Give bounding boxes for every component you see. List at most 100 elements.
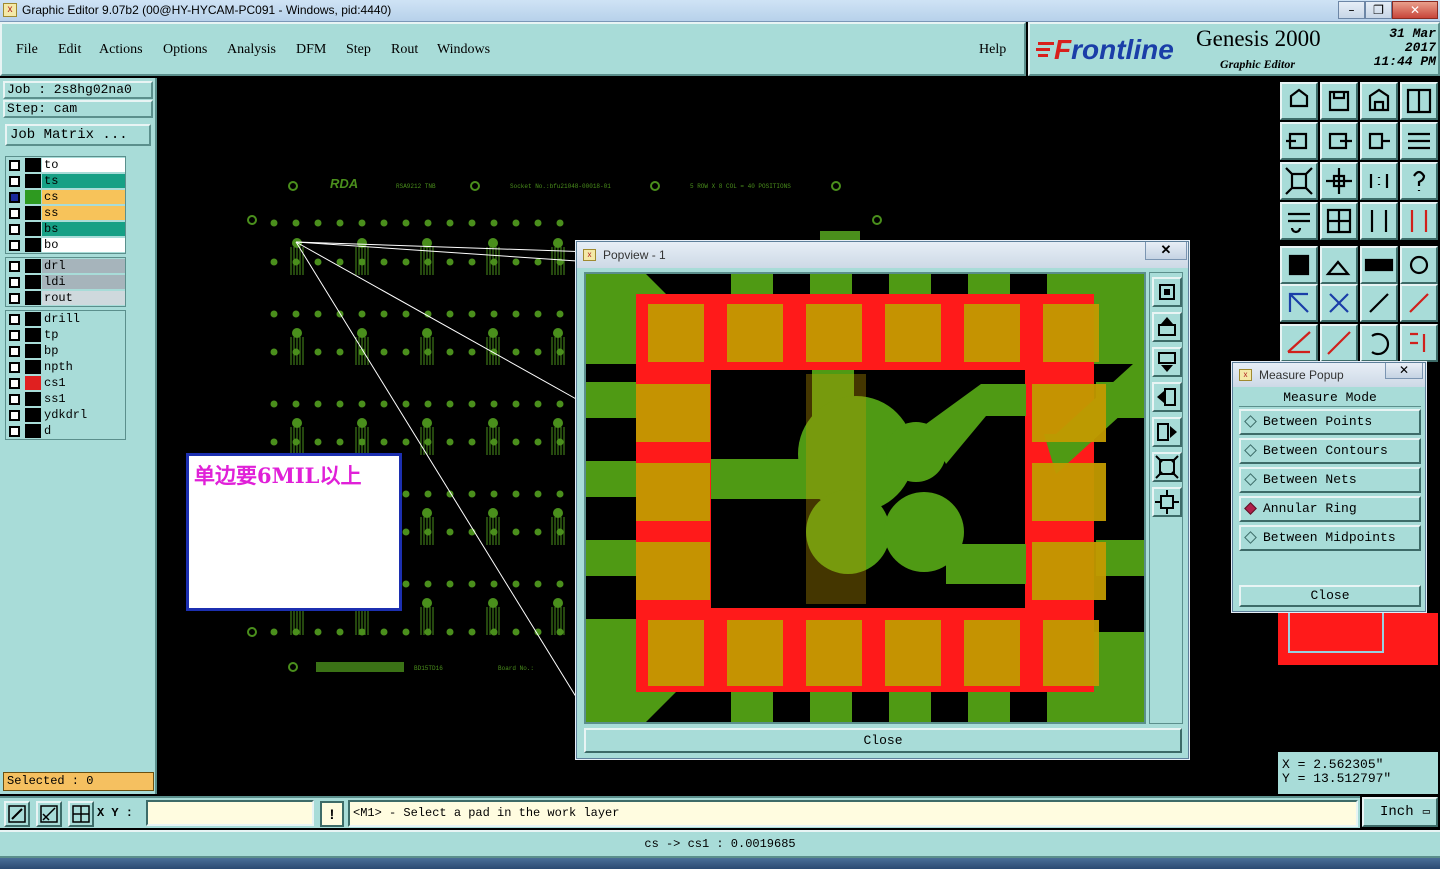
- layer-name[interactable]: ydkdrl: [42, 408, 125, 422]
- layer-name[interactable]: npth: [42, 360, 125, 374]
- layer-row-npth[interactable]: npth: [6, 359, 125, 375]
- angle-tool-button[interactable]: [1280, 324, 1318, 362]
- building-tool-button[interactable]: [1360, 82, 1398, 120]
- option-between-nets[interactable]: Between Nets: [1239, 467, 1421, 493]
- measure-close-icon[interactable]: ✕: [1385, 363, 1423, 379]
- layer-checkbox[interactable]: [9, 208, 20, 219]
- pan-right-button[interactable]: [1152, 417, 1182, 447]
- layer-checkbox[interactable]: [9, 192, 20, 203]
- layer-row-to[interactable]: to: [6, 157, 125, 173]
- measure-close-button[interactable]: Close: [1239, 585, 1421, 607]
- measure-titlebar[interactable]: x Measure Popup ✕: [1233, 363, 1425, 387]
- layer-checkbox[interactable]: [9, 176, 20, 187]
- line-tool-button[interactable]: [1320, 324, 1358, 362]
- layer-name[interactable]: ldi: [42, 275, 125, 289]
- pan-left-button[interactable]: [1152, 382, 1182, 412]
- layer-checkbox[interactable]: [9, 261, 20, 272]
- layer-checkbox[interactable]: [9, 314, 20, 325]
- layer-name[interactable]: ss1: [42, 392, 125, 406]
- layer-row-bs[interactable]: bs: [6, 221, 125, 237]
- layer-row-drl[interactable]: drl: [6, 258, 125, 274]
- layer-checkbox[interactable]: [9, 277, 20, 288]
- circle-tool-button[interactable]: [1400, 246, 1438, 284]
- layer-name[interactable]: ss: [42, 206, 125, 220]
- option-annular-ring[interactable]: Annular Ring: [1239, 496, 1421, 522]
- layer-checkbox[interactable]: [9, 330, 20, 341]
- menu-rout[interactable]: Rout: [391, 42, 418, 58]
- zoom-out-button[interactable]: [1152, 487, 1182, 517]
- tools-tool-button[interactable]: [1280, 202, 1318, 240]
- layer-name[interactable]: bo: [42, 238, 125, 252]
- menu-options[interactable]: Options: [163, 42, 207, 58]
- layer-name[interactable]: drl: [42, 259, 125, 273]
- menu-step[interactable]: Step: [346, 42, 371, 58]
- layer-checkbox[interactable]: [9, 240, 20, 251]
- layer-row-bp[interactable]: bp: [6, 343, 125, 359]
- export-tool-button[interactable]: [1320, 122, 1358, 160]
- option-between-midpoints[interactable]: Between Midpoints: [1239, 525, 1421, 551]
- polygon-tool-button[interactable]: [1320, 246, 1358, 284]
- import-tool-button[interactable]: [1280, 122, 1318, 160]
- layer-name[interactable]: tp: [42, 328, 125, 342]
- layer-name[interactable]: ts: [42, 174, 125, 188]
- fit-tool-button[interactable]: [1280, 162, 1318, 200]
- unit-selector[interactable]: Inch ▭: [1362, 797, 1438, 827]
- layer-name[interactable]: to: [42, 158, 125, 172]
- xy-input[interactable]: [146, 800, 314, 826]
- layers-tool-button[interactable]: [1360, 202, 1398, 240]
- popview-canvas[interactable]: [584, 272, 1168, 724]
- ratio-tool-button[interactable]: [1360, 162, 1398, 200]
- maximize-button[interactable]: ❐: [1365, 1, 1392, 19]
- layer-row-ts[interactable]: ts: [6, 173, 125, 189]
- menu-actions[interactable]: Actions: [99, 42, 143, 58]
- layer-row-ss[interactable]: ss: [6, 205, 125, 221]
- layer-row-cs[interactable]: cs: [6, 189, 125, 205]
- minimize-button[interactable]: –: [1338, 1, 1365, 19]
- ruler-tool-button[interactable]: [1360, 246, 1398, 284]
- grid-button[interactable]: [68, 801, 94, 827]
- layer-checkbox[interactable]: [9, 224, 20, 235]
- menu-edit[interactable]: Edit: [58, 42, 81, 58]
- layer-checkbox[interactable]: [9, 410, 20, 421]
- save-tool-button[interactable]: [1320, 82, 1358, 120]
- layer-name[interactable]: d: [42, 424, 125, 438]
- zoom-fit-button[interactable]: [1152, 277, 1182, 307]
- loop-tool-button[interactable]: [1360, 122, 1398, 160]
- fill-tool-button[interactable]: [1400, 324, 1438, 362]
- option-between-points[interactable]: Between Points: [1239, 409, 1421, 435]
- pan-down-button[interactable]: [1152, 347, 1182, 377]
- grid-tool-button[interactable]: [1320, 202, 1358, 240]
- layer-checkbox[interactable]: [9, 160, 20, 171]
- pan-up-button[interactable]: [1152, 312, 1182, 342]
- layer-checkbox[interactable]: [9, 293, 20, 304]
- layer-row-drill[interactable]: drill: [6, 311, 125, 327]
- net-tool-button[interactable]: [1280, 284, 1318, 322]
- layer-row-rout[interactable]: rout: [6, 290, 125, 306]
- layer-row-tp[interactable]: tp: [6, 327, 125, 343]
- layer-row-d[interactable]: d: [6, 423, 125, 439]
- layer-name[interactable]: cs: [42, 190, 125, 204]
- layer-name[interactable]: drill: [42, 312, 125, 326]
- menu-dfm[interactable]: DFM: [296, 42, 326, 58]
- layer-row-ss1[interactable]: ss1: [6, 391, 125, 407]
- option-between-contours[interactable]: Between Contours: [1239, 438, 1421, 464]
- layer-row-ydkdrl[interactable]: ydkdrl: [6, 407, 125, 423]
- layer-row-ldi[interactable]: ldi: [6, 274, 125, 290]
- layer-name[interactable]: cs1: [42, 376, 125, 390]
- home-tool-button[interactable]: [1280, 82, 1318, 120]
- popview-titlebar[interactable]: x Popview - 1 ✕: [577, 242, 1188, 268]
- menu-windows[interactable]: Windows: [437, 42, 490, 58]
- help-tool-button[interactable]: [1400, 162, 1438, 200]
- arc-tool-button[interactable]: [1360, 324, 1398, 362]
- link-red-tool-button[interactable]: [1400, 284, 1438, 322]
- layer-checkbox[interactable]: [9, 346, 20, 357]
- link-tool-button[interactable]: [1360, 284, 1398, 322]
- warning-button[interactable]: !: [320, 801, 344, 827]
- layer-checkbox[interactable]: [9, 378, 20, 389]
- cross-tool-button[interactable]: [1320, 284, 1358, 322]
- menu-analysis[interactable]: Analysis: [227, 42, 276, 58]
- pad-tool-button[interactable]: [1280, 246, 1318, 284]
- layer-row-cs1[interactable]: cs1: [6, 375, 125, 391]
- menu-help[interactable]: Help: [979, 42, 1006, 58]
- layers-red-tool-button[interactable]: [1400, 202, 1438, 240]
